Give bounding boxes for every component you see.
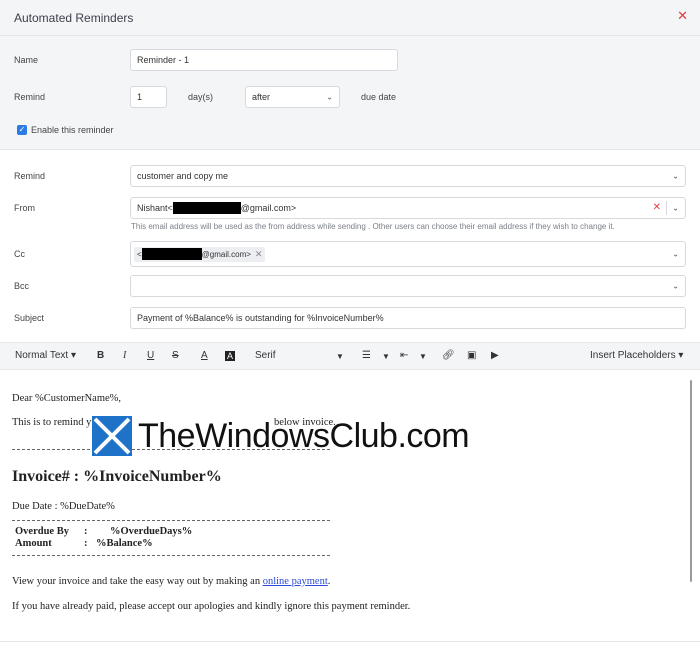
invoice-heading: Invoice# : %InvoiceNumber% [12,468,222,485]
timing-select[interactable]: after ⌄ [245,86,340,108]
days-value: 1 [137,92,143,102]
cc-input[interactable]: < @gmail.com> ✕ ⌄ [130,241,686,267]
chevron-down-icon[interactable]: ▼ [419,352,427,361]
font-label: Serif [255,350,276,361]
recipient-label: Remind [14,171,46,181]
link-icon[interactable]: 🔗︎ [442,350,455,361]
font-color-button[interactable]: A [201,350,208,361]
indent-icon[interactable]: ⇤ [400,350,408,361]
editor-scrollbar[interactable] [690,380,692,582]
dialog-footer [0,641,700,652]
remove-tag-icon[interactable]: ✕ [255,249,263,260]
font-dropdown[interactable]: Serif [255,350,276,361]
enable-checkbox[interactable]: ✓ [17,125,27,135]
insert-placeholders-dropdown[interactable]: Insert Placeholders ▾ [590,350,683,361]
video-icon[interactable]: ▶ [491,350,499,361]
cc-tag: < @gmail.com> ✕ [134,246,266,262]
chevron-down-icon: ⌄ [672,171,679,181]
days-unit: day(s) [188,92,214,102]
strikethrough-button[interactable]: S [172,350,179,361]
enable-label: Enable this reminder [31,125,114,135]
days-input[interactable]: 1 [130,86,167,108]
insert-placeholders-label: Insert Placeholders [590,350,676,361]
bullet-list-icon[interactable]: ☰ [362,350,371,361]
apology-text: If you have already paid, please accept … [12,601,411,612]
watermark: TheWindowsClub.com [92,416,542,456]
watermark-logo-icon [92,416,132,456]
underline-button[interactable]: U [147,350,154,361]
chevron-down-icon: ⌄ [672,281,679,291]
divider [12,555,330,556]
recipient-value: customer and copy me [137,171,229,181]
online-payment-link[interactable]: online payment [263,576,328,587]
redacted-block [172,202,241,214]
overdue-colon: : [84,526,88,537]
cc-suffix: @gmail.com> [201,249,251,259]
recipient-select[interactable]: customer and copy me ⌄ [130,165,686,187]
background-color-button[interactable]: A [225,351,236,361]
bcc-label: Bcc [14,281,30,291]
from-select[interactable]: Nishant< @gmail.com> ✕ ⌄ [130,197,686,219]
image-icon[interactable]: ▣ [467,350,476,361]
chevron-down-icon: ⌄ [672,203,679,213]
name-input[interactable]: Reminder - 1 [130,49,398,71]
divider [12,520,330,521]
watermark-text: TheWindowsClub.com [138,416,470,455]
chevron-down-icon[interactable]: ▼ [336,352,344,361]
remind-label: Remind [14,92,46,102]
subject-input[interactable]: Payment of %Balance% is outstanding for … [130,307,686,329]
view-invoice-text: View your invoice and take the easy way … [12,576,331,587]
from-prefix: Nishant< [137,203,173,213]
bold-button[interactable]: B [97,350,104,361]
italic-button[interactable]: I [123,350,126,361]
name-label: Name [14,55,39,65]
dialog-header: Automated Reminders ✕ [0,0,700,36]
from-helper-text: This email address will be used as the f… [131,222,615,231]
due-date-label: due date [361,92,397,102]
editor-toolbar: Normal Text ▾ B I U S A A Serif ▼ ☰ ▼ ⇤ … [0,342,700,370]
reminder-settings: Name Reminder - 1 Remind 1 day(s) after … [0,36,700,150]
close-icon[interactable]: ✕ [677,8,688,24]
chevron-down-icon: ⌄ [326,92,333,102]
email-fields: Remind customer and copy me ⌄ From Nisha… [0,151,700,341]
subject-value: Payment of %Balance% is outstanding for … [137,313,384,323]
amount-value: %Balance% [96,538,153,549]
text-style-dropdown[interactable]: Normal Text ▾ [15,350,76,361]
amount-label: Amount [15,538,52,549]
timing-value: after [252,92,271,102]
divider [666,201,667,215]
bcc-input[interactable]: ⌄ [130,275,686,297]
email-body-editor[interactable]: Dear %CustomerName%, This is to remind y… [0,371,700,642]
amount-colon: : [84,538,88,549]
name-value: Reminder - 1 [137,55,190,65]
text-style-label: Normal Text [15,350,69,361]
chevron-down-icon[interactable]: ▼ [382,352,390,361]
subject-label: Subject [14,313,45,323]
cc-label: Cc [14,249,25,259]
overdue-label: Overdue By [15,526,69,537]
overdue-value: %OverdueDays% [110,526,193,537]
from-label: From [14,203,35,213]
redacted-block [141,248,202,260]
due-date-text: Due Date : %DueDate% [12,501,115,512]
dialog-title: Automated Reminders [14,11,134,25]
from-suffix: @gmail.com> [240,203,297,213]
greeting-text: Dear %CustomerName%, [12,393,122,404]
chevron-down-icon: ⌄ [672,249,679,259]
clear-icon[interactable]: ✕ [653,202,661,213]
